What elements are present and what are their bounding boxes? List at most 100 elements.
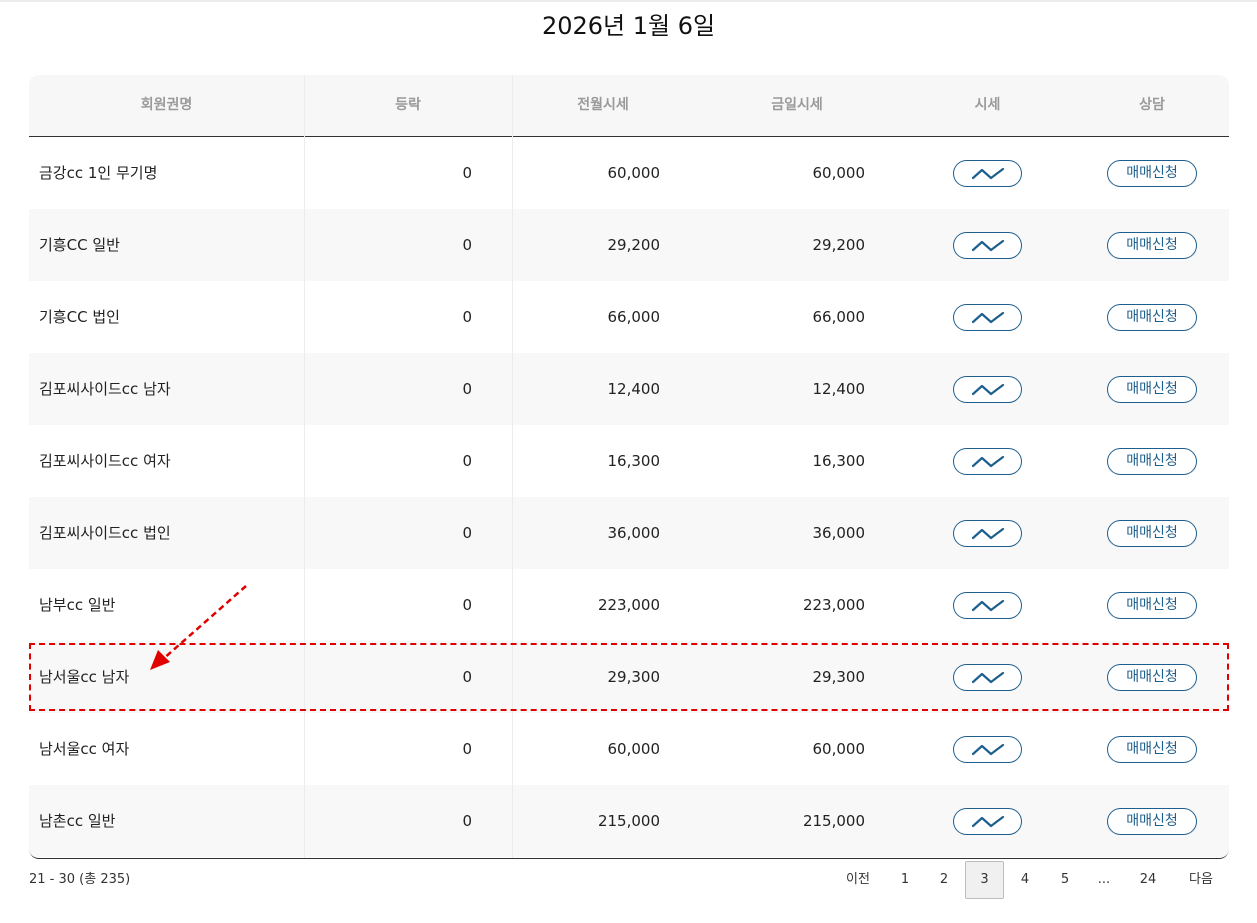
- trend-line-icon: [971, 239, 1004, 251]
- table-row: 김포씨사이드cc 법인 0 36,000 36,000 매매신청: [29, 497, 1229, 569]
- prev-price-value: 223,000: [597, 596, 660, 614]
- table-row: 기흥CC 일반 0 29,200 29,200 매매신청: [29, 209, 1229, 281]
- price-chart-button[interactable]: [953, 448, 1022, 475]
- prev-price-value: 29,300: [607, 668, 661, 686]
- top-border: [0, 0, 1257, 2]
- prev-price-value: 66,000: [607, 308, 661, 326]
- change-value: 0: [462, 452, 472, 470]
- change-value: 0: [462, 596, 472, 614]
- result-count: 21 - 30 (총 235): [29, 872, 131, 887]
- trend-line-icon: [971, 599, 1004, 611]
- membership-name: 기흥CC 법인: [39, 308, 120, 326]
- membership-name: 금강cc 1인 무기명: [39, 164, 158, 182]
- pagination-ellipsis: ...: [1097, 872, 1111, 887]
- table-row: 남촌cc 일반 0 215,000 215,000 매매신청: [29, 785, 1229, 857]
- table-row: 기흥CC 법인 0 66,000 66,000 매매신청: [29, 281, 1229, 353]
- membership-name: 김포씨사이드cc 여자: [39, 452, 171, 470]
- change-value: 0: [462, 308, 472, 326]
- trade-request-button[interactable]: 매매신청: [1107, 376, 1197, 403]
- membership-name: 김포씨사이드cc 남자: [39, 380, 171, 398]
- table-row: 남부cc 일반 0 223,000 223,000 매매신청: [29, 569, 1229, 641]
- trade-request-button[interactable]: 매매신청: [1107, 592, 1197, 619]
- membership-name: 남촌cc 일반: [39, 812, 116, 830]
- table-row: 김포씨사이드cc 여자 0 16,300 16,300 매매신청: [29, 425, 1229, 497]
- prev-price-value: 60,000: [607, 164, 661, 182]
- membership-name: 남서울cc 여자: [39, 740, 130, 758]
- trade-request-button[interactable]: 매매신청: [1107, 304, 1197, 331]
- trade-request-button[interactable]: 매매신청: [1107, 160, 1197, 187]
- prev-price-value: 36,000: [607, 524, 661, 542]
- change-value: 0: [462, 164, 472, 182]
- today-price-value: 36,000: [812, 524, 866, 542]
- price-chart-button[interactable]: [953, 376, 1022, 403]
- today-price-value: 215,000: [802, 812, 865, 830]
- price-table: 회원권명 등락 전월시세 금일시세 시세 상담 금강cc 1인 무기명 0 60,0…: [29, 75, 1229, 859]
- trend-line-icon: [971, 311, 1004, 323]
- trade-request-button[interactable]: 매매신청: [1107, 664, 1197, 691]
- membership-name: 남서울cc 남자: [39, 668, 130, 686]
- table-row: 금강cc 1인 무기명 0 60,000 60,000 매매신청: [29, 137, 1229, 209]
- today-price-value: 60,000: [812, 740, 866, 758]
- page-title: 2026년 1월 6일: [541, 12, 716, 40]
- table-header: 회원권명 등락 전월시세 금일시세 시세 상담: [29, 75, 1229, 137]
- trend-line-icon: [971, 815, 1004, 827]
- trade-request-button[interactable]: 매매신청: [1107, 736, 1197, 763]
- trade-request-button[interactable]: 매매신청: [1107, 520, 1197, 547]
- change-value: 0: [462, 740, 472, 758]
- change-value: 0: [462, 380, 472, 398]
- today-price-value: 66,000: [812, 308, 866, 326]
- pagination-page-3-current[interactable]: 3: [965, 861, 1004, 899]
- price-chart-button[interactable]: [953, 160, 1022, 187]
- trend-line-icon: [971, 743, 1004, 755]
- trend-line-icon: [971, 527, 1004, 539]
- today-price-value: 12,400: [812, 380, 866, 398]
- price-chart-button[interactable]: [953, 520, 1022, 547]
- prev-price-value: 12,400: [607, 380, 661, 398]
- pagination-page-5[interactable]: 5: [1046, 861, 1084, 899]
- prev-price-value: 16,300: [607, 452, 661, 470]
- pagination-next-button[interactable]: 다음: [1176, 861, 1226, 899]
- prev-price-value: 215,000: [597, 812, 660, 830]
- table-row: 남서울cc 여자 0 60,000 60,000 매매신청: [29, 713, 1229, 785]
- trend-line-icon: [971, 383, 1004, 395]
- change-value: 0: [462, 668, 472, 686]
- price-chart-button[interactable]: [953, 736, 1022, 763]
- price-chart-button[interactable]: [953, 592, 1022, 619]
- pagination-page-4[interactable]: 4: [1006, 861, 1044, 899]
- price-chart-button[interactable]: [953, 232, 1022, 259]
- membership-name: 기흥CC 일반: [39, 236, 120, 254]
- header-consult: 상담: [1139, 97, 1165, 113]
- prev-price-value: 60,000: [607, 740, 661, 758]
- prev-price-value: 29,200: [607, 236, 661, 254]
- pagination-page-1[interactable]: 1: [886, 861, 924, 899]
- price-chart-button[interactable]: [953, 808, 1022, 835]
- trend-line-icon: [971, 671, 1004, 683]
- pagination-page-2[interactable]: 2: [925, 861, 963, 899]
- change-value: 0: [462, 812, 472, 830]
- pagination-prev-button[interactable]: 이전: [838, 861, 878, 899]
- header-chart: 시세: [974, 97, 1001, 113]
- trend-line-icon: [971, 167, 1004, 179]
- price-chart-button[interactable]: [953, 304, 1022, 331]
- today-price-value: 223,000: [802, 596, 865, 614]
- change-value: 0: [462, 236, 472, 254]
- today-price-value: 29,300: [812, 668, 866, 686]
- trade-request-button[interactable]: 매매신청: [1107, 448, 1197, 475]
- header-change: 등락: [395, 97, 421, 113]
- header-prev-price: 전월시세: [577, 97, 629, 113]
- membership-name: 김포씨사이드cc 법인: [39, 524, 171, 542]
- today-price-value: 60,000: [812, 164, 866, 182]
- today-price-value: 16,300: [812, 452, 866, 470]
- membership-name: 남부cc 일반: [39, 596, 116, 614]
- header-today-price: 금일시세: [771, 97, 823, 113]
- trade-request-button[interactable]: 매매신청: [1107, 232, 1197, 259]
- today-price-value: 29,200: [812, 236, 866, 254]
- pagination-page-24[interactable]: 24: [1128, 861, 1168, 899]
- trend-line-icon: [971, 455, 1004, 467]
- table-row: 남서울cc 남자 0 29,300 29,300 매매신청: [29, 641, 1229, 713]
- table-row: 김포씨사이드cc 남자 0 12,400 12,400 매매신청: [29, 353, 1229, 425]
- column-divider: [512, 75, 513, 858]
- price-chart-button[interactable]: [953, 664, 1022, 691]
- trade-request-button[interactable]: 매매신청: [1107, 808, 1197, 835]
- header-membership-name: 회원권명: [140, 97, 193, 113]
